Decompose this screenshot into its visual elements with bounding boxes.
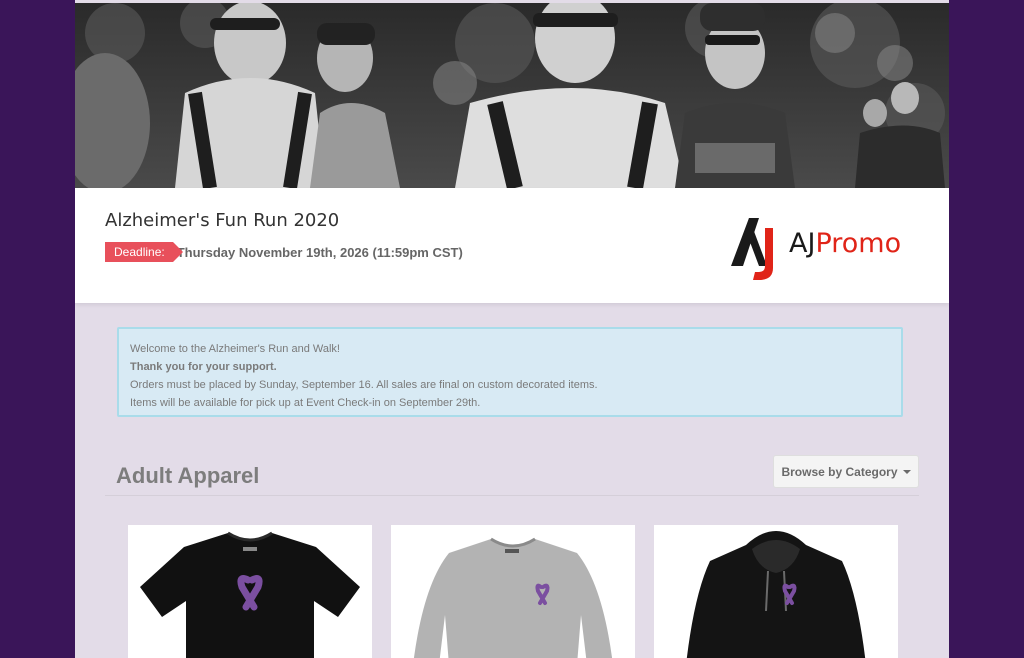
deadline-badge: Deadline: — [105, 242, 183, 262]
logo-wordmark: AJPromo — [789, 228, 901, 259]
logo-text-promo: Promo — [815, 228, 902, 259]
product-card-longsleeve[interactable] — [391, 525, 635, 658]
logo-text-aj: AJ — [789, 228, 816, 259]
aj-mark-icon — [731, 218, 773, 280]
black-tshirt-image — [140, 531, 360, 658]
grey-longsleeve-image — [413, 537, 613, 658]
notice-line: Orders must be placed by Sunday, Septemb… — [130, 379, 598, 391]
event-header: Alzheimer's Fun Run 2020 Deadline: Thurs… — [75, 188, 949, 303]
product-card-tshirt[interactable] — [128, 525, 372, 658]
hero-banner-image — [75, 3, 949, 188]
store-page: Alzheimer's Fun Run 2020 Deadline: Thurs… — [75, 0, 949, 658]
ajpromo-logo[interactable]: AJPromo — [727, 208, 922, 283]
caret-down-icon — [902, 469, 911, 474]
notice-line: Welcome to the Alzheimer's Run and Walk! — [130, 343, 340, 355]
section-title: Adult Apparel — [116, 463, 260, 488]
browse-button-label: Browse by Category — [781, 464, 898, 479]
section-divider — [105, 495, 919, 496]
store-notice: Welcome to the Alzheimer's Run and Walk!… — [117, 327, 903, 417]
black-hoodie-image — [686, 531, 866, 658]
browse-by-category-button[interactable]: Browse by Category — [773, 455, 919, 488]
deadline-date: Thursday November 19th, 2026 (11:59pm CS… — [176, 244, 463, 260]
deadline-row: Deadline: Thursday November 19th, 2026 (… — [105, 242, 463, 262]
notice-line: Items will be available for pick up at E… — [130, 397, 481, 409]
notice-line: Thank you for your support. — [130, 361, 277, 373]
event-title: Alzheimer's Fun Run 2020 — [105, 210, 340, 231]
product-card-hoodie[interactable] — [654, 525, 898, 658]
